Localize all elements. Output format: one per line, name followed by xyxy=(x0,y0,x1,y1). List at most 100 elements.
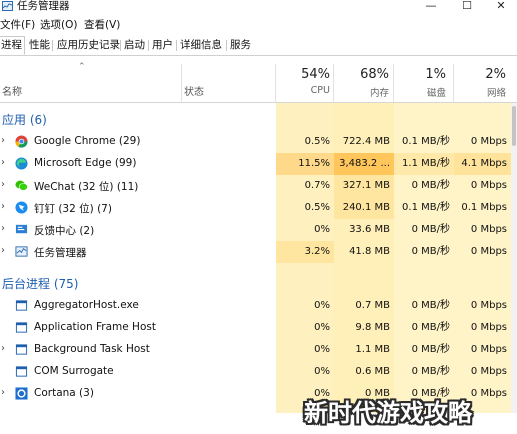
tab-details[interactable]: 详细信息 xyxy=(178,37,224,54)
table-row[interactable]: Application Frame Host 0% 9.8 MB 0 MB/秒 … xyxy=(0,317,517,339)
column-cpu-label[interactable]: CPU xyxy=(280,85,330,96)
expand-chevron-icon[interactable]: › xyxy=(1,245,5,256)
tab-processes[interactable]: 进程 xyxy=(0,36,25,55)
expand-chevron-icon[interactable]: › xyxy=(1,157,5,168)
column-memory-label[interactable]: 内存 xyxy=(336,85,389,99)
process-name: WeChat (32 位) (11) xyxy=(34,181,139,193)
column-cpu-percent[interactable]: 54% xyxy=(280,67,330,82)
memory-value: 0.6 MB xyxy=(355,366,390,377)
table-row[interactable]: › 任务管理器 3.2% 41.8 MB 0 MB/秒 0 Mbps xyxy=(0,241,517,263)
process-list: 应用 (6) › Google Chrome (29) 0.5% 722.4 M… xyxy=(0,103,517,413)
table-row[interactable]: › WeChat (32 位) (11) 0.7% 327.1 MB 0 MB/… xyxy=(0,175,517,197)
cpu-value: 11.5% xyxy=(276,153,334,175)
table-row[interactable]: COM Surrogate 0% 0.6 MB 0 MB/秒 0 Mbps xyxy=(0,361,517,383)
disk-value: 0 MB/秒 xyxy=(411,246,450,257)
title-bar: 任务管理器 — ☐ ✕ xyxy=(0,0,517,14)
memory-value: 0.7 MB xyxy=(355,300,390,311)
disk-value: 1.1 MB/秒 xyxy=(394,153,454,175)
expand-chevron-icon[interactable]: › xyxy=(1,223,5,234)
disk-value: 0.1 MB/秒 xyxy=(402,136,450,147)
table-row[interactable]: › Google Chrome (29) 0.5% 722.4 MB 0.1 M… xyxy=(0,131,517,153)
network-value: 0 Mbps xyxy=(470,246,507,257)
table-row[interactable]: › Microsoft Edge (99) 11.5% 3,483.2 ... … xyxy=(0,153,517,175)
network-value: 0 Mbps xyxy=(470,344,507,355)
feedback-hub-icon xyxy=(15,224,28,234)
column-disk-percent[interactable]: 1% xyxy=(396,67,446,82)
memory-value: 9.8 MB xyxy=(355,322,390,333)
network-value: 0 Mbps xyxy=(470,322,507,333)
window-title: 任务管理器 xyxy=(17,0,70,12)
column-disk-label[interactable]: 磁盘 xyxy=(396,85,446,99)
section-apps-row[interactable]: 应用 (6) xyxy=(0,107,517,129)
process-name: Microsoft Edge (99) xyxy=(34,157,137,169)
scrollbar-thumb[interactable] xyxy=(512,106,516,146)
table-row[interactable]: › Background Task Host 0% 1.1 MB 0 MB/秒 … xyxy=(0,339,517,361)
column-divider[interactable] xyxy=(393,64,394,102)
memory-value: 327.1 MB xyxy=(334,175,394,197)
disk-value: 0 MB/秒 xyxy=(411,180,450,191)
tab-users[interactable]: 用户 xyxy=(150,37,175,54)
column-header: ⌃ 名称 状态 54% CPU 68% 内存 1% 磁盘 2% 网络 xyxy=(0,56,517,103)
tab-services[interactable]: 服务 xyxy=(228,37,253,54)
expand-chevron-icon[interactable]: › xyxy=(1,201,5,212)
watermark-text: 新时代游戏攻略 xyxy=(304,399,472,427)
process-name: COM Surrogate xyxy=(34,365,114,377)
expand-chevron-icon[interactable]: › xyxy=(1,135,5,146)
task-manager-icon xyxy=(2,1,13,11)
window-icon xyxy=(15,322,28,333)
disk-value: 0 MB/秒 xyxy=(411,344,450,355)
memory-value: 3,483.2 ... xyxy=(334,153,394,175)
expand-chevron-icon[interactable]: › xyxy=(1,179,5,190)
tab-divider xyxy=(148,40,149,51)
close-button[interactable]: ✕ xyxy=(484,0,517,14)
tab-divider xyxy=(52,40,53,51)
table-row[interactable]: › 反馈中心 (2) 0% 33.6 MB 0 MB/秒 0 Mbps xyxy=(0,219,517,241)
process-name: AggregatorHost.exe xyxy=(34,299,139,311)
table-row[interactable]: › 钉钉 (32 位) (7) 0.5% 240.1 MB 0.1 MB/秒 0… xyxy=(0,197,517,219)
column-divider[interactable] xyxy=(181,64,182,102)
column-divider[interactable] xyxy=(453,64,454,102)
disk-value: 0 MB/秒 xyxy=(411,322,450,333)
disk-value: 0 MB/秒 xyxy=(411,300,450,311)
table-row[interactable]: AggregatorHost.exe 0% 0.7 MB 0 MB/秒 0 Mb… xyxy=(0,295,517,317)
tab-startup[interactable]: 启动 xyxy=(122,37,147,54)
menu-file[interactable]: 文件(F) xyxy=(0,17,35,33)
process-name: Background Task Host xyxy=(34,343,150,355)
network-value: 0 Mbps xyxy=(470,366,507,377)
column-divider[interactable] xyxy=(333,64,334,102)
maximize-button[interactable]: ☐ xyxy=(450,0,484,14)
memory-value: 33.6 MB xyxy=(349,224,390,235)
memory-value: 722.4 MB xyxy=(342,136,390,147)
tab-app-history[interactable]: 应用历史记录 xyxy=(55,37,122,54)
column-network-label[interactable]: 网络 xyxy=(456,85,506,99)
column-memory-percent[interactable]: 68% xyxy=(336,67,389,82)
memory-value: 41.8 MB xyxy=(349,246,390,257)
menu-view[interactable]: 查看(V) xyxy=(84,17,120,33)
minimize-button[interactable]: — xyxy=(414,0,448,14)
network-value: 0 Mbps xyxy=(470,180,507,191)
cpu-value: 0% xyxy=(314,224,330,235)
cpu-value: 0% xyxy=(314,300,330,311)
tab-divider xyxy=(120,40,121,51)
menu-options[interactable]: 选项(O) xyxy=(40,17,77,33)
tab-performance[interactable]: 性能 xyxy=(27,37,52,54)
section-background-row[interactable]: 后台进程 (75) xyxy=(0,271,517,293)
process-name: 钉钉 (32 位) (7) xyxy=(34,203,112,215)
vertical-scrollbar[interactable] xyxy=(511,103,517,413)
chrome-icon xyxy=(15,135,28,148)
expand-chevron-icon[interactable]: › xyxy=(1,343,5,354)
window-icon xyxy=(15,300,28,311)
expand-chevron-icon[interactable]: › xyxy=(1,387,5,398)
column-divider[interactable] xyxy=(275,64,276,102)
section-apps-title: 应用 (6) xyxy=(2,113,47,127)
disk-value: 0 MB/秒 xyxy=(411,224,450,235)
column-network-percent[interactable]: 2% xyxy=(456,67,506,82)
network-value: 4.1 Mbps xyxy=(454,153,511,175)
process-name: Google Chrome (29) xyxy=(34,135,141,147)
network-value: 0.1 Mbps xyxy=(461,202,507,213)
window-icon xyxy=(15,344,28,355)
cpu-value: 0% xyxy=(314,366,330,377)
column-status[interactable]: 状态 xyxy=(184,83,204,98)
cpu-value: 0.7% xyxy=(304,180,330,191)
column-name[interactable]: 名称 xyxy=(2,83,22,98)
